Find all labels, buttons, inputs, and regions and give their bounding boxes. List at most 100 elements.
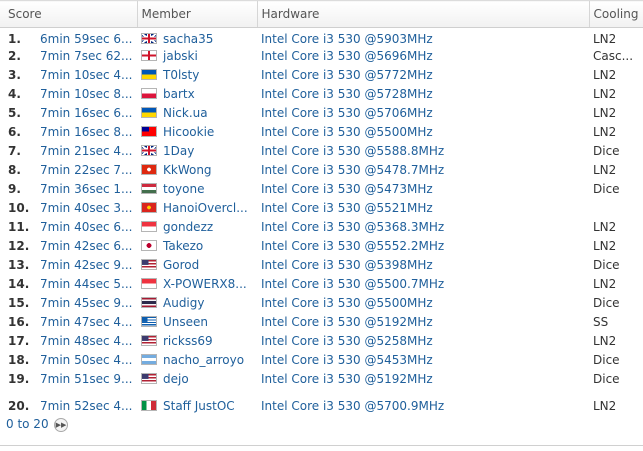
member-cell: Nick.ua bbox=[137, 104, 257, 123]
score-cell: 9. 7min 36sec 1... bbox=[0, 180, 137, 199]
member-cell: dejo bbox=[137, 370, 257, 389]
member-link[interactable]: toyone bbox=[163, 182, 204, 196]
member-link[interactable]: KkWong bbox=[163, 163, 212, 177]
member-link[interactable]: Nick.ua bbox=[163, 106, 208, 120]
member-link[interactable]: dejo bbox=[163, 372, 189, 386]
cooling-cell: LN2 bbox=[593, 68, 617, 82]
member-link[interactable]: gondezz bbox=[163, 220, 213, 234]
member-link[interactable]: Gorod bbox=[163, 258, 199, 272]
column-header-score[interactable]: Score bbox=[0, 0, 137, 28]
score-link[interactable]: 7min 42sec 9... bbox=[40, 258, 132, 272]
member-link[interactable]: rickss69 bbox=[163, 334, 213, 348]
rank-number: 19. bbox=[8, 372, 30, 386]
member-link[interactable]: X-POWERX8... bbox=[163, 277, 247, 291]
score-link[interactable]: 7min 44sec 5... bbox=[40, 277, 132, 291]
hardware-link[interactable]: Intel Core i3 530 @5521MHz bbox=[257, 199, 589, 218]
hardware-link[interactable]: Intel Core i3 530 @5700.9MHz bbox=[257, 389, 589, 416]
hardware-link[interactable]: Intel Core i3 530 @5453MHz bbox=[257, 351, 589, 370]
score-link[interactable]: 7min 10sec 4... bbox=[40, 68, 132, 82]
pager-range: 0 to 20 bbox=[6, 417, 49, 431]
score-link[interactable]: 7min 21sec 4... bbox=[40, 144, 132, 158]
score-link[interactable]: 7min 47sec 4... bbox=[40, 315, 132, 329]
score-link[interactable]: 7min 22sec 7... bbox=[40, 163, 132, 177]
column-header-hardware[interactable]: Hardware bbox=[256, 0, 589, 28]
hardware-link[interactable]: Intel Core i3 530 @5398MHz bbox=[257, 256, 589, 275]
rank-number: 2. bbox=[8, 49, 21, 63]
cooling-cell: LN2 bbox=[593, 163, 617, 177]
member-link[interactable]: nacho_arroyo bbox=[163, 353, 244, 367]
score-link[interactable]: 7min 42sec 6... bbox=[40, 239, 132, 253]
score-cell: 16. 7min 47sec 4... bbox=[0, 313, 137, 332]
hardware-link[interactable]: Intel Core i3 530 @5728MHz bbox=[257, 85, 589, 104]
score-link[interactable]: 7min 10sec 8... bbox=[40, 87, 132, 101]
member-cell: 1Day bbox=[137, 142, 257, 161]
score-link[interactable]: 7min 45sec 9... bbox=[40, 296, 132, 310]
hardware-link[interactable]: Intel Core i3 530 @5903MHz bbox=[257, 28, 589, 47]
score-link[interactable]: 7min 36sec 1... bbox=[40, 182, 132, 196]
score-link[interactable]: 7min 51sec 9... bbox=[40, 372, 132, 386]
cooling-cell: Casc... bbox=[593, 49, 634, 63]
score-link[interactable]: 7min 50sec 4... bbox=[40, 353, 132, 367]
hardware-link[interactable]: Intel Core i3 530 @5706MHz bbox=[257, 104, 589, 123]
table-row: 11. 7min 40sec 6... gondezz Intel Core i3 5… bbox=[0, 218, 643, 237]
score-link[interactable]: 7min 40sec 6... bbox=[40, 220, 132, 234]
score-link[interactable]: 7min 7sec 62... bbox=[40, 49, 132, 63]
usa-flag-icon bbox=[141, 335, 157, 346]
hardware-link[interactable]: Intel Core i3 530 @5500MHz bbox=[257, 123, 589, 142]
cooling-cell: LN2 bbox=[593, 239, 617, 253]
rank-number: 9. bbox=[8, 182, 21, 196]
member-link[interactable]: Unseen bbox=[163, 315, 208, 329]
rank-number: 11. bbox=[8, 220, 30, 234]
hardware-link[interactable]: Intel Core i3 530 @5478.7MHz bbox=[257, 161, 589, 180]
member-link[interactable]: 1Day bbox=[163, 144, 194, 158]
table-row: 20. 7min 52sec 4... Staff JustOC Intel Core… bbox=[0, 389, 643, 416]
hardware-link[interactable]: Intel Core i3 530 @5772MHz bbox=[257, 66, 589, 85]
rank-number: 14. bbox=[8, 277, 30, 291]
member-link[interactable]: Hicookie bbox=[163, 125, 214, 139]
hardware-link[interactable]: Intel Core i3 530 @5696MHz bbox=[257, 47, 589, 66]
ukraine-flag-icon bbox=[141, 69, 157, 80]
table-row: 16. 7min 47sec 4... Unseen Intel Core i3 53… bbox=[0, 313, 643, 332]
rank-number: 16. bbox=[8, 315, 30, 329]
hardware-link[interactable]: Intel Core i3 530 @5552.2MHz bbox=[257, 237, 589, 256]
score-link[interactable]: 7min 40sec 3... bbox=[40, 201, 132, 215]
score-cell: 13. 7min 42sec 9... bbox=[0, 256, 137, 275]
rank-number: 1. bbox=[8, 32, 21, 47]
hardware-link[interactable]: Intel Core i3 530 @5473MHz bbox=[257, 180, 589, 199]
member-link[interactable]: sacha35 bbox=[163, 32, 213, 46]
member-link[interactable]: Audigy bbox=[163, 296, 204, 310]
score-cell: 3. 7min 10sec 4... bbox=[0, 66, 137, 85]
member-link[interactable]: Staff JustOC bbox=[163, 399, 235, 413]
score-cell: 20. 7min 52sec 4... bbox=[0, 389, 137, 416]
hardware-link[interactable]: Intel Core i3 530 @5192MHz bbox=[257, 370, 589, 389]
hardware-link[interactable]: Intel Core i3 530 @5588.8MHz bbox=[257, 142, 589, 161]
hardware-link[interactable]: Intel Core i3 530 @5368.3MHz bbox=[257, 218, 589, 237]
ranking-table: Score Member Hardware Cooling 1. 6min 59s… bbox=[0, 0, 643, 416]
hardware-link[interactable]: Intel Core i3 530 @5258MHz bbox=[257, 332, 589, 351]
cooling-cell: LN2 bbox=[593, 106, 617, 120]
score-cell: 14. 7min 44sec 5... bbox=[0, 275, 137, 294]
table-row: 3. 7min 10sec 4... T0lsty Intel Core i3 530… bbox=[0, 66, 643, 85]
member-link[interactable]: Takezo bbox=[163, 239, 203, 253]
score-link[interactable]: 7min 16sec 8... bbox=[40, 125, 132, 139]
score-link[interactable]: 7min 48sec 4... bbox=[40, 334, 132, 348]
column-header-cooling[interactable]: Cooling bbox=[588, 0, 643, 28]
hardware-link[interactable]: Intel Core i3 530 @5500.7MHz bbox=[257, 275, 589, 294]
member-link[interactable]: jabski bbox=[163, 49, 198, 63]
hardware-link[interactable]: Intel Core i3 530 @5500MHz bbox=[257, 294, 589, 313]
score-link[interactable]: 7min 16sec 6... bbox=[40, 106, 132, 120]
cooling-cell: LN2 bbox=[593, 87, 617, 101]
member-link[interactable]: T0lsty bbox=[163, 68, 199, 82]
rank-number: 6. bbox=[8, 125, 21, 139]
table-row: 14. 7min 44sec 5... X-POWERX8... Intel Core… bbox=[0, 275, 643, 294]
member-link[interactable]: HanoiOvercl... bbox=[163, 201, 248, 215]
usa-flag-icon bbox=[141, 373, 157, 384]
taiwan-flag-icon bbox=[141, 126, 157, 137]
member-link[interactable]: bartx bbox=[163, 87, 195, 101]
member-cell: toyone bbox=[137, 180, 257, 199]
score-link[interactable]: 7min 52sec 4... bbox=[40, 399, 132, 413]
double-chevron-right-icon[interactable]: ▶▶ bbox=[54, 418, 68, 432]
column-header-member[interactable]: Member bbox=[136, 0, 257, 28]
hardware-link[interactable]: Intel Core i3 530 @5192MHz bbox=[257, 313, 589, 332]
score-link[interactable]: 6min 59sec 6... bbox=[40, 32, 132, 46]
